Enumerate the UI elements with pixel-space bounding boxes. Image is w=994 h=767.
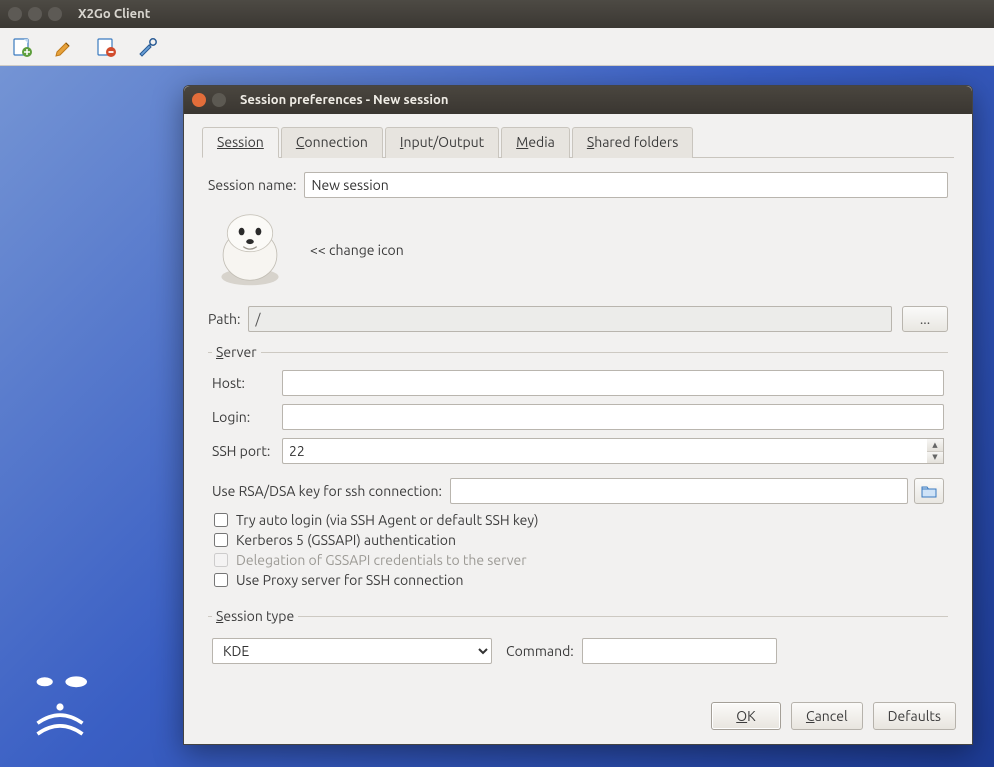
sshkey-label: Use RSA/DSA key for ssh connection: — [212, 483, 442, 499]
dialog-button-bar: OK Cancel Defaults — [184, 692, 972, 744]
main-maximize-icon[interactable] — [48, 7, 62, 21]
session-preferences-dialog: Session preferences - New session Sessio… — [183, 85, 973, 745]
tab-session[interactable]: Session — [202, 127, 279, 158]
main-minimize-icon[interactable] — [28, 7, 42, 21]
path-input — [248, 306, 892, 332]
main-titlebar: X2Go Client — [0, 0, 994, 28]
session-name-input[interactable] — [304, 172, 948, 198]
chk-kerberos[interactable]: Kerberos 5 (GSSAPI) authentication — [214, 532, 944, 548]
sshkey-browse-button[interactable] — [914, 478, 944, 504]
delete-session-icon[interactable] — [92, 33, 120, 61]
tab-shared-folders[interactable]: Shared folders — [572, 127, 693, 158]
sshport-spinner[interactable]: ▲▼ — [927, 438, 944, 464]
tab-media[interactable]: Media — [501, 127, 570, 158]
defaults-button[interactable]: Defaults — [873, 702, 956, 730]
new-session-icon[interactable] — [8, 33, 36, 61]
seal-background-icon — [15, 662, 105, 752]
chk-delegation: Delegation of GSSAPI credentials to the … — [214, 552, 944, 568]
tab-content-session: Session name: << change icon — [202, 158, 954, 692]
dialog-title: Session preferences - New session — [240, 93, 448, 107]
dialog-close-icon[interactable] — [192, 93, 206, 107]
command-label: Command: — [506, 643, 574, 659]
host-input[interactable] — [282, 370, 944, 396]
server-legend: Server — [212, 344, 261, 360]
edit-icon[interactable] — [50, 33, 78, 61]
cancel-button[interactable]: Cancel — [791, 702, 863, 730]
tab-row: Session Connection Input/Output Media Sh… — [202, 126, 954, 158]
chk-proxy[interactable]: Use Proxy server for SSH connection — [214, 572, 944, 588]
host-label: Host: — [212, 375, 282, 391]
session-type-select[interactable]: KDE — [212, 638, 492, 664]
chk-autologin[interactable]: Try auto login (via SSH Agent or default… — [214, 512, 944, 528]
login-input[interactable] — [282, 404, 944, 430]
session-icon[interactable] — [208, 208, 292, 292]
tab-connection[interactable]: Connection — [281, 127, 383, 158]
browse-path-button[interactable]: ... — [902, 306, 948, 332]
main-window: X2Go Client Session preferences - New se — [0, 0, 994, 767]
dialog-minimize-icon[interactable] — [212, 93, 226, 107]
session-type-legend: Session type — [212, 608, 298, 624]
main-title: X2Go Client — [78, 7, 150, 21]
dialog-titlebar: Session preferences - New session — [184, 86, 972, 114]
server-group: Server Host: Login: SSH port: ▲▼ — [208, 344, 948, 596]
command-input[interactable] — [582, 638, 777, 664]
sshport-input[interactable] — [282, 438, 927, 464]
folder-open-icon — [921, 484, 937, 498]
spin-up-icon[interactable]: ▲ — [927, 439, 943, 452]
ok-button[interactable]: OK — [711, 702, 781, 730]
session-name-label: Session name: — [208, 177, 296, 193]
login-label: Login: — [212, 409, 282, 425]
change-icon-link[interactable]: << change icon — [310, 242, 404, 258]
tab-input-output[interactable]: Input/Output — [385, 127, 499, 158]
sshport-label: SSH port: — [212, 443, 282, 459]
path-label: Path: — [208, 311, 240, 327]
sshkey-input[interactable] — [450, 478, 908, 504]
main-close-icon[interactable] — [8, 7, 22, 21]
spin-down-icon[interactable]: ▼ — [927, 452, 943, 464]
settings-icon[interactable] — [134, 33, 162, 61]
main-toolbar — [0, 28, 994, 66]
session-type-group: Session type KDE Command: — [208, 608, 948, 676]
